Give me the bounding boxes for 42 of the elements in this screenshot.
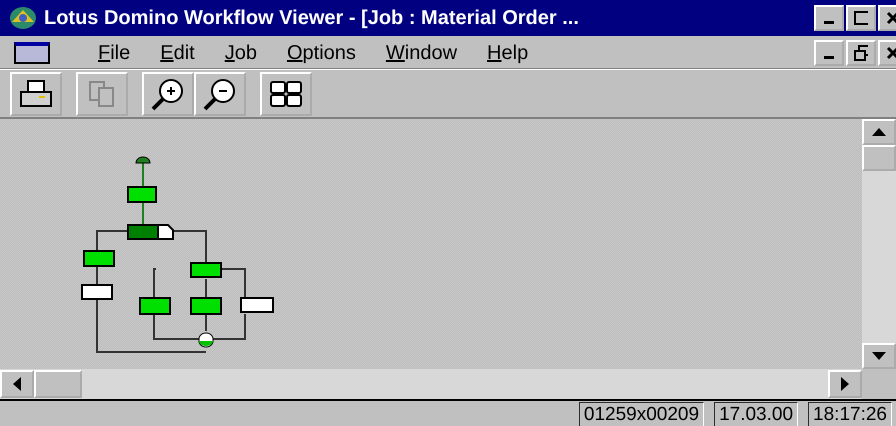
scroll-thumb[interactable] bbox=[862, 145, 896, 171]
scroll-thumb[interactable] bbox=[34, 370, 82, 398]
minimize-icon bbox=[824, 21, 834, 24]
menu-item[interactable]: Window bbox=[386, 42, 458, 64]
status-field: 18:17:26 bbox=[808, 402, 892, 426]
close-icon bbox=[886, 46, 896, 60]
minimize-button[interactable] bbox=[814, 40, 844, 66]
window-title: Lotus Domino Workflow Viewer - [Job : Material Order ... bbox=[44, 6, 580, 30]
scroll-up-button[interactable] bbox=[862, 119, 896, 145]
grid-icon bbox=[269, 80, 303, 108]
maximize-icon bbox=[854, 11, 868, 25]
left-arrow-icon bbox=[13, 377, 21, 391]
status-field: 17.03.00 bbox=[714, 402, 798, 426]
right-arrow-icon bbox=[841, 377, 849, 391]
minimize-icon bbox=[824, 56, 834, 59]
app-icon bbox=[8, 4, 38, 32]
close-icon bbox=[886, 11, 896, 25]
printer-icon bbox=[19, 78, 53, 108]
zoom-in-icon bbox=[150, 76, 186, 110]
menu-item[interactable]: Options bbox=[286, 42, 356, 64]
layout-button[interactable] bbox=[260, 72, 312, 116]
maximize-button[interactable] bbox=[846, 5, 876, 31]
down-arrow-icon bbox=[872, 352, 886, 360]
restore-button[interactable] bbox=[846, 40, 876, 66]
scroll-down-button[interactable] bbox=[862, 343, 896, 369]
print-button[interactable] bbox=[10, 72, 62, 116]
zoom-in-button[interactable] bbox=[142, 72, 194, 116]
menu-item[interactable]: File bbox=[98, 42, 130, 64]
menu-item[interactable]: Help bbox=[487, 42, 528, 64]
zoom-out-button[interactable] bbox=[194, 72, 246, 116]
menu-item[interactable]: Edit bbox=[160, 42, 195, 64]
copy-button[interactable] bbox=[76, 72, 128, 116]
status-field: 01259x00209 bbox=[578, 402, 704, 426]
copy-icon bbox=[87, 78, 117, 108]
scroll-right-button[interactable] bbox=[828, 370, 862, 398]
up-arrow-icon bbox=[872, 128, 886, 136]
menu-item[interactable]: Job bbox=[224, 42, 257, 64]
system-menu-icon[interactable] bbox=[14, 42, 50, 64]
scroll-left-button[interactable] bbox=[0, 370, 34, 398]
restore-icon bbox=[854, 45, 868, 61]
minimize-button[interactable] bbox=[814, 5, 844, 31]
zoom-out-icon bbox=[202, 76, 238, 110]
